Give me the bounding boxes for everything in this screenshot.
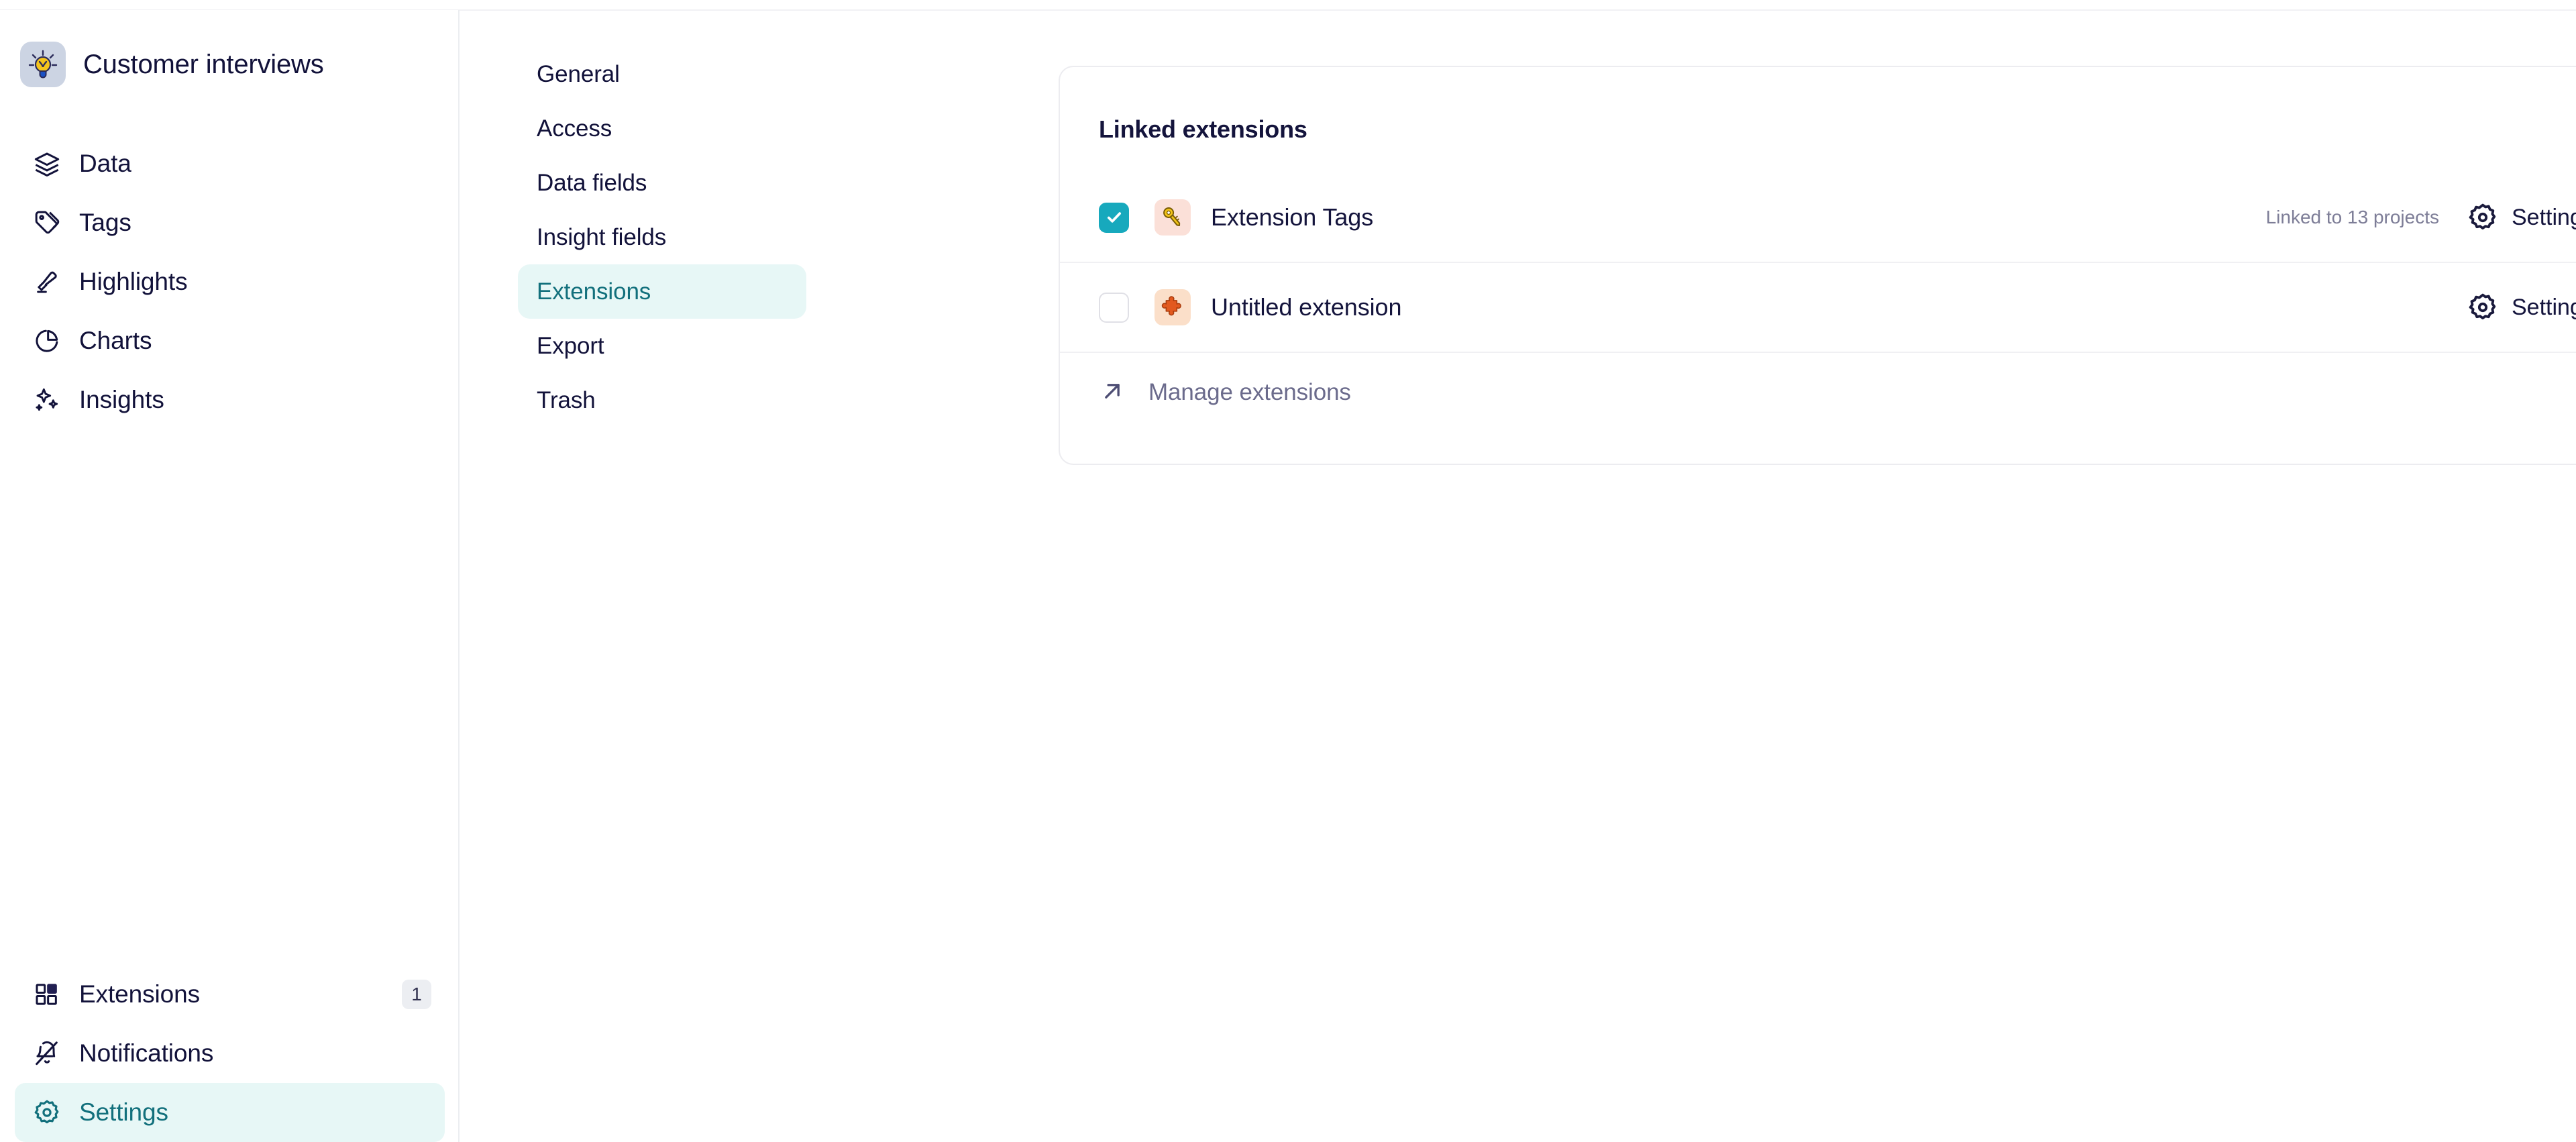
menu-item-label: Data fields <box>537 169 647 196</box>
table-row: Extension Tags Linked to 13 projects Set… <box>1060 173 2576 263</box>
key-icon <box>1155 199 1191 236</box>
lightbulb-icon <box>20 42 66 87</box>
highlighter-icon <box>32 267 62 297</box>
settings-submenu: General Access Data fields Insight field… <box>518 47 806 427</box>
settings-menu-item-data-fields[interactable]: Data fields <box>518 156 806 210</box>
extensions-icon <box>32 980 62 1009</box>
manage-extensions-row[interactable]: Manage extensions <box>1060 353 2576 432</box>
arrow-up-right-icon <box>1099 378 1128 407</box>
pie-chart-icon <box>32 326 62 356</box>
settings-menu-item-insight-fields[interactable]: Insight fields <box>518 210 806 264</box>
extension-name: Untitled extension <box>1211 293 1402 321</box>
sidebar-item-tags[interactable]: Tags <box>15 193 445 252</box>
sidebar-item-label: Data <box>79 150 131 177</box>
menu-item-label: Extensions <box>537 278 651 305</box>
sidebar-nav-bottom: Extensions 1 Notifications Settings <box>0 965 460 1142</box>
settings-menu-item-general[interactable]: General <box>518 47 806 101</box>
sidebar-item-extensions[interactable]: Extensions 1 <box>15 965 445 1024</box>
extension-checkbox[interactable] <box>1099 202 1129 233</box>
table-row: Untitled extension Settings <box>1060 263 2576 353</box>
extensions-count-badge: 1 <box>402 980 431 1009</box>
settings-menu-item-trash[interactable]: Trash <box>518 373 806 427</box>
sidebar-item-settings[interactable]: Settings <box>15 1083 445 1142</box>
settings-menu-item-extensions[interactable]: Extensions <box>518 264 806 319</box>
sidebar-nav-top: Data Tags Highlights Charts Insights <box>0 134 460 429</box>
card-title: Linked extensions <box>1099 115 1307 143</box>
sidebar-item-label: Insights <box>79 386 164 413</box>
sidebar-item-highlights[interactable]: Highlights <box>15 252 445 311</box>
layers-icon <box>32 149 62 178</box>
menu-item-label: Insight fields <box>537 223 667 250</box>
puzzle-piece-icon <box>1155 289 1191 325</box>
sidebar-item-label: Settings <box>79 1098 168 1126</box>
settings-menu-item-access[interactable]: Access <box>518 101 806 156</box>
gear-icon <box>2467 292 2498 323</box>
extension-checkbox[interactable] <box>1099 292 1129 323</box>
menu-item-label: Export <box>537 332 604 359</box>
workspace-title: Customer interviews <box>83 49 324 79</box>
sidebar-item-label: Extensions <box>79 980 200 1008</box>
sidebar-item-charts[interactable]: Charts <box>15 311 445 370</box>
sidebar-item-data[interactable]: Data <box>15 134 445 193</box>
bell-off-icon <box>32 1039 62 1068</box>
extensions-list: Extension Tags Linked to 13 projects Set… <box>1060 173 2576 432</box>
linked-projects-label: Linked to 13 projects <box>2265 207 2439 227</box>
menu-item-label: Trash <box>537 386 596 413</box>
workspace-header[interactable]: Customer interviews <box>20 41 324 88</box>
row-settings-label: Settings <box>2512 294 2576 320</box>
row-settings-label: Settings <box>2512 204 2576 230</box>
sidebar-item-label: Highlights <box>79 268 188 295</box>
gear-icon <box>2467 202 2498 233</box>
sidebar-item-label: Tags <box>79 209 131 236</box>
sparkles-icon <box>32 385 62 415</box>
app-root: Customer interviews Data Tags Highlights… <box>0 0 2576 1142</box>
row-settings-button[interactable]: Settings <box>2467 202 2576 233</box>
manage-extensions-label[interactable]: Manage extensions <box>1148 379 1351 406</box>
row-settings-button[interactable]: Settings <box>2467 292 2576 323</box>
extension-name: Extension Tags <box>1211 203 1374 231</box>
sidebar-item-insights[interactable]: Insights <box>15 370 445 429</box>
sidebar-item-label: Notifications <box>79 1039 214 1067</box>
linked-extensions-card: Linked extensions Extension Tags Linked … <box>1059 66 2576 465</box>
menu-item-label: Access <box>537 115 612 142</box>
settings-menu-item-export[interactable]: Export <box>518 319 806 373</box>
primary-sidebar: Customer interviews Data Tags Highlights… <box>0 10 460 1142</box>
sidebar-item-notifications[interactable]: Notifications <box>15 1024 445 1083</box>
menu-item-label: General <box>537 60 620 87</box>
gear-icon <box>32 1098 62 1127</box>
sidebar-item-label: Charts <box>79 327 152 354</box>
tag-icon <box>32 208 62 238</box>
